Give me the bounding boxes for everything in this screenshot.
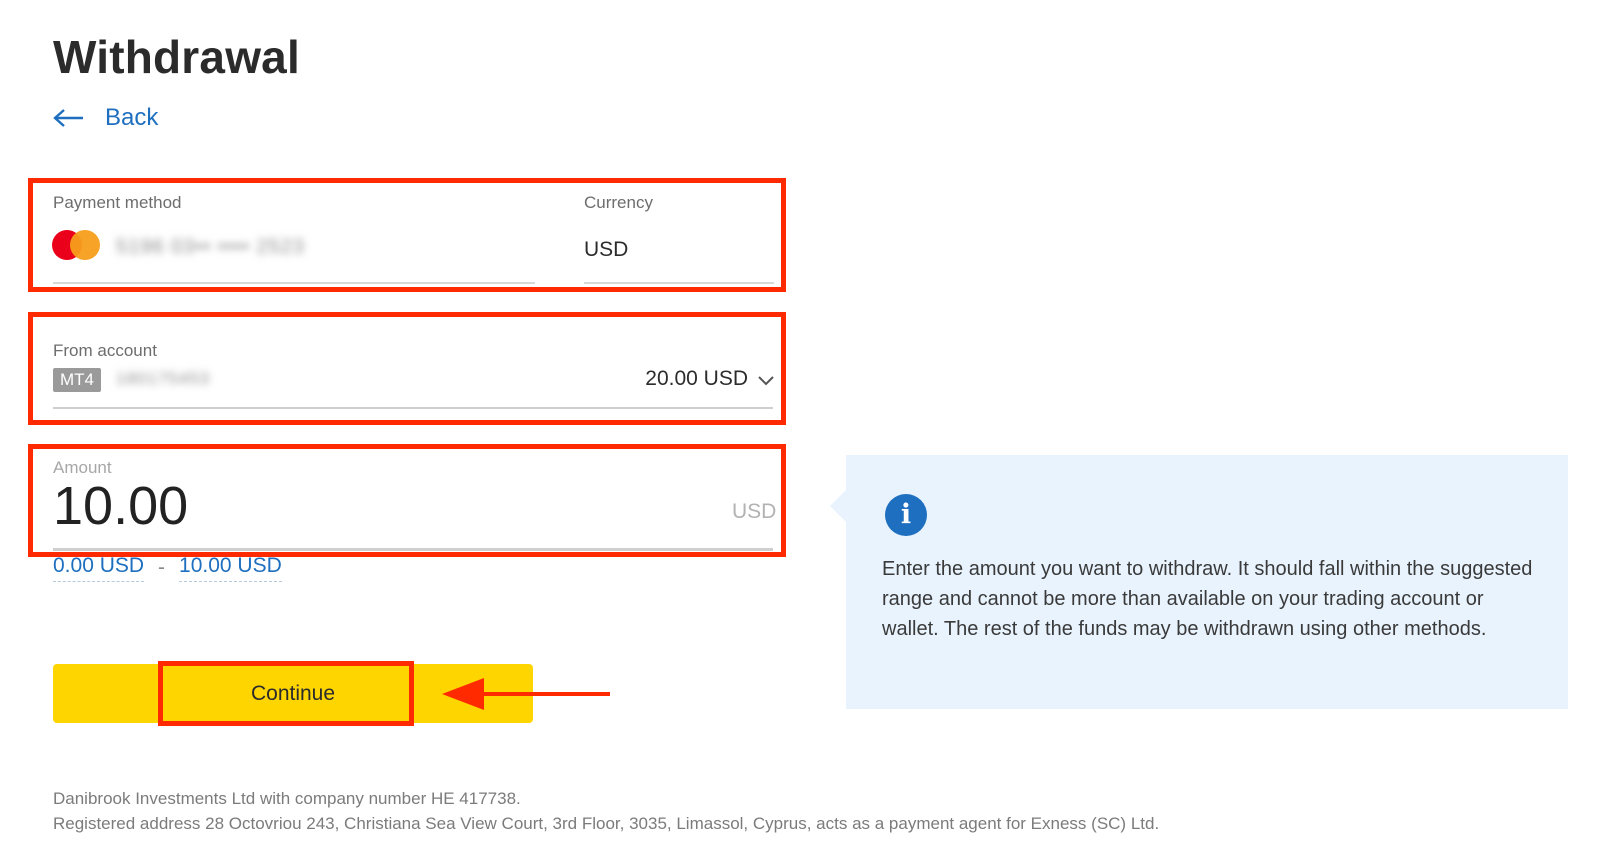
from-account-underline[interactable] xyxy=(53,407,773,409)
arrow-left-icon xyxy=(53,108,85,128)
payment-method-value[interactable]: 5196 03•• •••• 2523 xyxy=(116,236,305,259)
page-title: Withdrawal xyxy=(53,31,300,83)
info-panel-pointer xyxy=(830,490,846,522)
mastercard-icon xyxy=(52,230,100,260)
currency-underline xyxy=(584,282,774,284)
back-link[interactable]: Back xyxy=(53,104,158,132)
info-text: Enter the amount you want to withdraw. I… xyxy=(882,558,1533,640)
amount-unit: USD xyxy=(732,500,777,523)
info-icon: i xyxy=(885,494,927,536)
currency-value[interactable]: USD xyxy=(584,238,628,262)
footer-line-1: Danibrook Investments Ltd with company n… xyxy=(53,789,521,808)
from-account-label: From account xyxy=(53,341,157,360)
amount-input[interactable]: 10.00 xyxy=(53,475,188,537)
footer-legal: Danibrook Investments Ltd with company n… xyxy=(53,786,1159,836)
account-balance: 20.00 USD xyxy=(645,367,748,390)
range-min-link[interactable]: 0.00 USD xyxy=(53,554,145,582)
amount-underline xyxy=(53,548,773,551)
payment-method-label: Payment method xyxy=(53,193,182,212)
back-label: Back xyxy=(105,104,159,131)
chevron-down-icon[interactable] xyxy=(757,374,775,392)
payment-method-underline xyxy=(53,282,535,284)
platform-badge: MT4 xyxy=(53,368,101,392)
footer-line-2: Registered address 28 Octovriou 243, Chr… xyxy=(53,814,1160,833)
range-max-link[interactable]: 10.00 USD xyxy=(179,554,282,582)
continue-highlight xyxy=(158,661,414,726)
currency-label: Currency xyxy=(584,193,653,212)
range-separator: - xyxy=(158,556,166,579)
account-number: 180175453 xyxy=(116,369,211,388)
annotation-arrow-icon xyxy=(440,674,612,719)
amount-range: 0.00 USD - 10.00 USD xyxy=(53,554,282,582)
